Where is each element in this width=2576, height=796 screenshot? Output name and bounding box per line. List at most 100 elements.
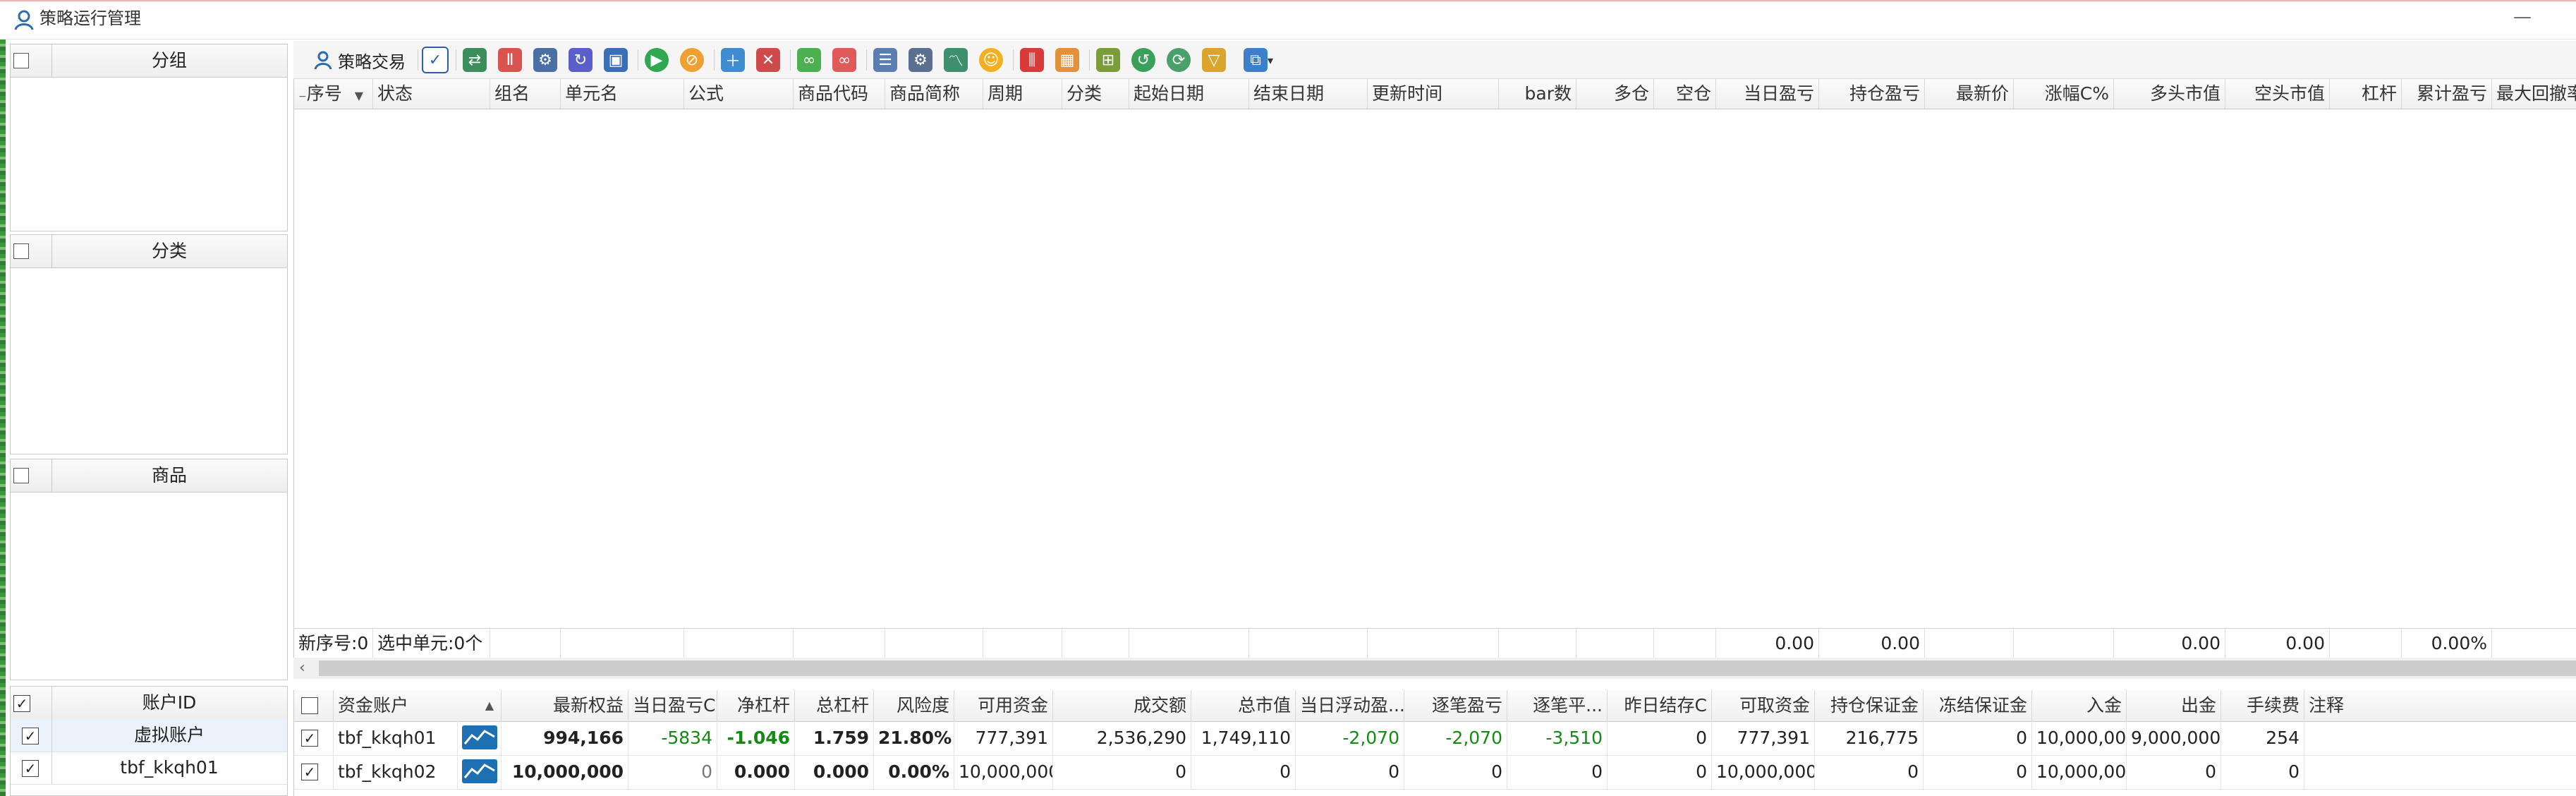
- column-header[interactable]: 持仓保证金: [1815, 690, 1924, 721]
- account-grid-select-all-checkbox[interactable]: [301, 697, 318, 714]
- column-header[interactable]: 当日浮动盈...: [1296, 690, 1404, 721]
- account-item-checkbox[interactable]: ✓: [22, 728, 39, 744]
- column-header[interactable]: 手续费: [2221, 690, 2304, 721]
- note-cell: [2304, 721, 2576, 755]
- risk-cell: 0.00%: [874, 755, 954, 789]
- column-header[interactable]: 出金: [2127, 690, 2221, 721]
- account-item[interactable]: ✓ 虚拟账户: [11, 719, 287, 752]
- add-group-icon[interactable]: ＋: [721, 47, 745, 73]
- selected-units-label: 选中单元:0个: [373, 629, 490, 658]
- account-item-checkbox[interactable]: ✓: [22, 760, 39, 777]
- column-header[interactable]: 持仓盈亏: [1819, 79, 1925, 109]
- column-header[interactable]: 多头市值: [2114, 79, 2225, 109]
- column-header[interactable]: 涨幅C%: [2014, 79, 2114, 109]
- column-header[interactable]: 可用资金: [954, 690, 1053, 721]
- withdraw-cell: 9,000,000: [2127, 721, 2221, 755]
- trade-pnl-cell: -2,070: [1404, 721, 1507, 755]
- category-select-all-checkbox[interactable]: [13, 243, 29, 259]
- row-checkbox[interactable]: ✓: [301, 730, 318, 747]
- group-select-all-checkbox[interactable]: [13, 53, 29, 68]
- column-header[interactable]: 空头市值: [2225, 79, 2330, 109]
- column-header[interactable]: 空仓: [1654, 79, 1716, 109]
- column-header[interactable]: 组名: [490, 79, 561, 109]
- prev-balance-cell: 0: [1608, 755, 1712, 789]
- add-row-icon[interactable]: ⊞: [1096, 47, 1120, 73]
- candlestick-icon[interactable]: ⫼: [1020, 47, 1044, 73]
- table-row[interactable]: ✓ tbf_kkqh01 994,166 -5834 -1.046 1.759 …: [294, 721, 2576, 756]
- pause-icon[interactable]: Ⅱ: [498, 47, 522, 73]
- column-header[interactable]: 杠杆: [2330, 79, 2402, 109]
- column-header[interactable]: 风险度: [874, 690, 954, 721]
- column-header[interactable]: 分类: [1062, 79, 1129, 109]
- column-header[interactable]: 冻结保证金: [1924, 690, 2032, 721]
- smile-icon[interactable]: ☺: [979, 47, 1003, 73]
- new-seq-label: 新序号:0: [294, 629, 373, 658]
- filter-icon[interactable]: ▽: [1202, 47, 1226, 73]
- margin-cell: 216,775: [1815, 721, 1924, 755]
- horizontal-scrollbar[interactable]: ‹: [293, 658, 2576, 679]
- import-icon[interactable]: ⇄: [463, 47, 487, 73]
- chart-icon[interactable]: ▦: [1055, 47, 1079, 73]
- net-leverage-cell: 0.000: [717, 755, 795, 789]
- stop-icon[interactable]: ⊘: [680, 47, 704, 73]
- bind-icon[interactable]: ∞: [797, 47, 821, 73]
- column-header[interactable]: 公式: [684, 79, 794, 109]
- trade-pnl-cell: 0: [1404, 755, 1507, 789]
- account-select-all-checkbox[interactable]: ✓: [13, 695, 30, 712]
- trend-chart-icon[interactable]: [458, 721, 502, 755]
- column-header[interactable]: 累计盈亏: [2402, 79, 2492, 109]
- commodity-select-all-checkbox[interactable]: [13, 468, 29, 483]
- column-header[interactable]: 结束日期: [1249, 79, 1368, 109]
- compile-icon[interactable]: ⚙: [533, 47, 557, 73]
- column-header[interactable]: 最大回撤率: [2492, 79, 2576, 109]
- column-header[interactable]: 多仓: [1576, 79, 1654, 109]
- column-header[interactable]: 入金: [2032, 690, 2127, 721]
- line-chart-icon[interactable]: 〽: [944, 47, 968, 73]
- column-header[interactable]: 更新时间: [1368, 79, 1499, 109]
- column-header[interactable]: −序号 ▼: [294, 79, 373, 109]
- table-row[interactable]: ✓ tbf_kkqh02 10,000,000 0 0.000 0.000 0.…: [294, 755, 2576, 790]
- column-header[interactable]: 可取资金: [1712, 690, 1815, 721]
- properties-icon[interactable]: ☰: [873, 47, 897, 73]
- column-header[interactable]: bar数: [1499, 79, 1576, 109]
- run-icon[interactable]: ▶: [645, 47, 669, 73]
- column-header[interactable]: 注释: [2304, 690, 2576, 721]
- column-header[interactable]: 资金账户 ▲: [334, 690, 502, 721]
- column-header[interactable]: 起始日期: [1129, 79, 1249, 109]
- check-list-icon[interactable]: ✓: [422, 47, 449, 73]
- left-edge-strip: [0, 40, 6, 796]
- column-header[interactable]: 当日盈亏: [1716, 79, 1819, 109]
- scrollbar-thumb[interactable]: [319, 661, 2576, 676]
- sync-icon[interactable]: ⟳: [1167, 47, 1191, 73]
- strategy-trade-button[interactable]: 策略交易: [306, 47, 412, 73]
- strategy-trade-icon: [312, 49, 334, 71]
- lock-icon[interactable]: ▣: [604, 47, 628, 73]
- account-item[interactable]: ✓ tbf_kkqh01: [11, 752, 287, 785]
- column-header[interactable]: 最新价: [1925, 79, 2014, 109]
- column-header[interactable]: 总市值: [1191, 690, 1296, 721]
- row-checkbox[interactable]: ✓: [301, 764, 318, 780]
- column-header[interactable]: 逐笔盈亏: [1404, 690, 1507, 721]
- trend-chart-icon[interactable]: [458, 755, 502, 789]
- settings-icon[interactable]: ⚙: [909, 47, 932, 73]
- unbind-icon[interactable]: ∞: [832, 47, 856, 73]
- column-header[interactable]: 周期: [983, 79, 1062, 109]
- column-header[interactable]: 昨日结存C: [1608, 690, 1712, 721]
- column-header[interactable]: 净杠杆: [717, 690, 795, 721]
- equity-cell: 994,166: [502, 721, 628, 755]
- delete-group-icon[interactable]: ✕: [756, 47, 780, 73]
- minimize-button[interactable]: —: [2511, 6, 2534, 28]
- column-header[interactable]: 总杠杆: [795, 690, 874, 721]
- column-header[interactable]: 状态: [373, 79, 490, 109]
- column-header[interactable]: 最新权益: [502, 690, 628, 721]
- link-icon[interactable]: ⧉ ▾: [1237, 47, 1280, 73]
- column-header[interactable]: 单元名: [561, 79, 684, 109]
- column-header[interactable]: 逐笔平...: [1507, 690, 1608, 721]
- refresh-icon[interactable]: ↻: [569, 47, 593, 73]
- scroll-left-icon[interactable]: ‹: [299, 658, 305, 679]
- column-header[interactable]: 当日盈亏C: [628, 690, 717, 721]
- column-header[interactable]: 商品代码: [794, 79, 885, 109]
- reload-icon[interactable]: ↺: [1131, 47, 1155, 73]
- column-header[interactable]: 成交额: [1053, 690, 1191, 721]
- column-header[interactable]: 商品简称: [885, 79, 983, 109]
